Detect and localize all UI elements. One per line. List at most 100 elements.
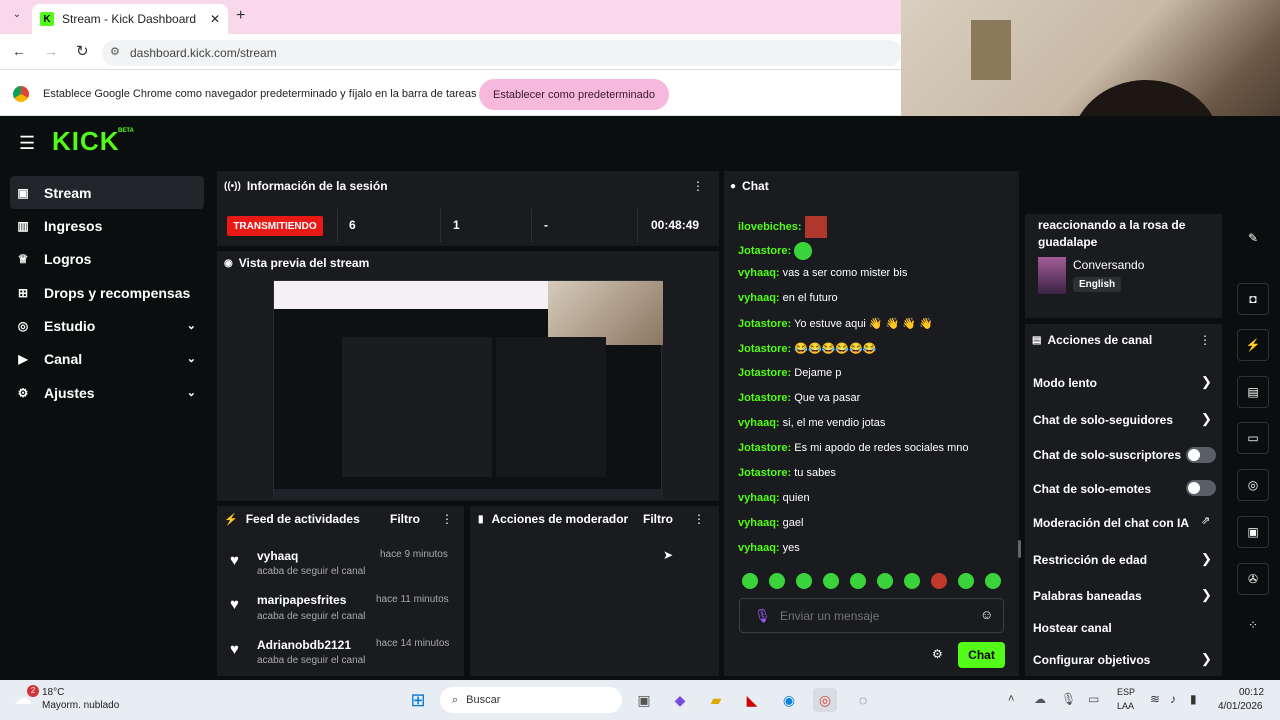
forward-icon[interactable]: → bbox=[44, 43, 58, 59]
chat-username[interactable]: vyhaaq: bbox=[738, 492, 780, 504]
nav-drops[interactable]: ⊞ Drops y recompensas bbox=[10, 276, 204, 309]
back-icon[interactable]: ← bbox=[12, 43, 26, 59]
emoji-icon[interactable]: ☺ bbox=[980, 607, 993, 622]
age-restriction-action[interactable]: Restricción de edad bbox=[1033, 553, 1147, 567]
document-icon[interactable]: ▤ bbox=[1237, 376, 1269, 408]
weather-desc[interactable]: Mayorm. nublado bbox=[42, 700, 119, 711]
nav-canal[interactable]: ▶ Canal ⌄ bbox=[10, 342, 204, 375]
broadcast-icon[interactable]: ◎ bbox=[1237, 469, 1269, 501]
battery-icon[interactable]: ▮ bbox=[1190, 692, 1197, 706]
chevron-right-icon[interactable]: ❯ bbox=[1201, 374, 1212, 390]
new-tab-button[interactable]: + bbox=[236, 7, 245, 25]
volume-icon[interactable]: ♪ bbox=[1170, 692, 1176, 706]
hamburger-menu-icon[interactable]: ☰ bbox=[19, 133, 35, 154]
edit-icon[interactable]: ✎ bbox=[1237, 222, 1269, 254]
activity-menu-icon[interactable]: ⋮ bbox=[441, 512, 453, 526]
weather-temp[interactable]: 18°C bbox=[42, 687, 64, 698]
tab-list-chevron-icon[interactable]: ⌄ bbox=[8, 9, 26, 27]
activity-user[interactable]: vyhaaq bbox=[257, 549, 298, 563]
host-channel-action[interactable]: Hostear canal bbox=[1033, 621, 1112, 635]
send-chat-button[interactable]: Chat bbox=[958, 642, 1005, 668]
nav-logros[interactable]: ♕ Logros bbox=[10, 242, 204, 275]
nav-stream[interactable]: ▣ Stream bbox=[10, 176, 204, 209]
session-menu-icon[interactable]: ⋮ bbox=[692, 179, 704, 193]
chat-username[interactable]: Jotastore: bbox=[738, 343, 791, 355]
obs-icon[interactable]: ◌ bbox=[851, 688, 875, 712]
edge-icon[interactable]: ◉ bbox=[777, 688, 801, 712]
chat-input-box[interactable]: 🎙 ☺ bbox=[739, 598, 1004, 633]
activity-user[interactable]: Adrianobdb2121 bbox=[257, 638, 351, 652]
url-field[interactable]: ⚙ dashboard.kick.com/stream bbox=[102, 40, 902, 66]
moderator-filter-button[interactable]: Filtro bbox=[643, 512, 673, 526]
emote-icon[interactable] bbox=[769, 573, 785, 589]
chat-username[interactable]: Jotastore: bbox=[738, 467, 791, 479]
site-info-icon[interactable]: ⚙ bbox=[110, 45, 120, 58]
chat-settings-icon[interactable]: ⚙ bbox=[932, 647, 943, 661]
keyboard-layout[interactable]: LAA bbox=[1117, 701, 1134, 711]
clock-date[interactable]: 4/01/2026 bbox=[1218, 701, 1263, 712]
ai-moderation-action[interactable]: Moderación del chat con IA bbox=[1033, 516, 1189, 530]
wrench-icon[interactable]: ✇ bbox=[1237, 563, 1269, 595]
chat-scrollbar[interactable] bbox=[1018, 540, 1021, 558]
clock-time[interactable]: 00:12 bbox=[1239, 687, 1264, 698]
emote-icon[interactable] bbox=[877, 573, 893, 589]
emote-icon[interactable] bbox=[742, 573, 758, 589]
activity-user[interactable]: maripapesfrites bbox=[257, 593, 346, 607]
stream-preview-thumbnail[interactable] bbox=[273, 280, 663, 499]
chat-username[interactable]: Jotastore: bbox=[738, 367, 791, 379]
banned-words-action[interactable]: Palabras baneadas bbox=[1033, 589, 1142, 603]
chat-username[interactable]: Jotastore: bbox=[738, 245, 791, 257]
close-tab-icon[interactable]: ✕ bbox=[210, 12, 220, 26]
chevron-right-icon[interactable]: ❯ bbox=[1201, 651, 1212, 667]
file-explorer-icon[interactable]: ▰ bbox=[704, 688, 728, 712]
camera-icon[interactable]: ◘ bbox=[1237, 283, 1269, 315]
chat-input[interactable] bbox=[780, 605, 970, 627]
emote-only-toggle[interactable] bbox=[1186, 480, 1216, 496]
onedrive-icon[interactable]: ☁ bbox=[1034, 692, 1046, 706]
chevron-right-icon[interactable]: ❯ bbox=[1201, 411, 1212, 427]
emote-icon[interactable] bbox=[904, 573, 920, 589]
slow-mode-action[interactable]: Modo lento bbox=[1033, 376, 1097, 390]
apps-icon[interactable]: ⁘ bbox=[1237, 609, 1269, 641]
mic-icon[interactable]: 🎙 bbox=[754, 608, 771, 624]
activity-filter-button[interactable]: Filtro bbox=[390, 512, 420, 526]
nav-ingresos[interactable]: ▥ Ingresos bbox=[10, 209, 204, 242]
chat-username[interactable]: Jotastore: bbox=[738, 442, 791, 454]
chat-username[interactable]: Jotastore: bbox=[738, 392, 791, 404]
chat-username[interactable]: Jotastore: bbox=[738, 318, 791, 330]
emote-icon[interactable] bbox=[931, 573, 947, 589]
chat-username[interactable]: vyhaaq: bbox=[738, 417, 780, 429]
network-adapter-icon[interactable]: ▭ bbox=[1088, 692, 1099, 706]
reload-icon[interactable]: ↻ bbox=[76, 42, 89, 60]
tray-chevron-icon[interactable]: ˄ bbox=[1008, 693, 1014, 705]
chevron-right-icon[interactable]: ❯ bbox=[1201, 587, 1212, 603]
windows-start-icon[interactable]: ⊞ bbox=[406, 688, 430, 712]
emote-icon[interactable] bbox=[823, 573, 839, 589]
chevron-right-icon[interactable]: ❯ bbox=[1201, 551, 1212, 567]
wifi-icon[interactable]: ≋ bbox=[1150, 692, 1160, 706]
emote-icon[interactable] bbox=[796, 573, 812, 589]
kick-logo[interactable]: KICK bbox=[52, 126, 120, 157]
chat-username[interactable]: vyhaaq: bbox=[738, 517, 780, 529]
category-thumbnail[interactable] bbox=[1038, 257, 1066, 294]
moderator-icon[interactable]: ▣ bbox=[1237, 516, 1269, 548]
channel-actions-menu-icon[interactable]: ⋮ bbox=[1199, 333, 1211, 347]
followers-only-action[interactable]: Chat de solo-seguidores bbox=[1033, 413, 1173, 427]
mcafee-icon[interactable]: ◣ bbox=[740, 688, 764, 712]
task-view-icon[interactable]: ▣ bbox=[632, 688, 656, 712]
chat-username[interactable]: vyhaaq: bbox=[738, 292, 780, 304]
chat-username[interactable]: vyhaaq: bbox=[738, 542, 780, 554]
moderator-menu-icon[interactable]: ⋮ bbox=[693, 512, 705, 526]
set-default-button[interactable]: Establecer como predeterminado bbox=[479, 79, 669, 110]
stream-category[interactable]: Conversando bbox=[1073, 258, 1144, 272]
external-link-icon[interactable]: ⇗ bbox=[1201, 514, 1210, 527]
lightning-icon[interactable]: ⚡ bbox=[1237, 329, 1269, 361]
nav-ajustes[interactable]: ⚙ Ajustes ⌄ bbox=[10, 376, 204, 409]
emote-icon[interactable] bbox=[958, 573, 974, 589]
browser-tab[interactable]: K Stream - Kick Dashboard ✕ bbox=[32, 4, 228, 34]
taskbar-search[interactable]: ⌕ Buscar bbox=[440, 687, 622, 713]
chrome-taskbar-icon[interactable]: ◎ bbox=[813, 688, 837, 712]
chat-username[interactable]: vyhaaq: bbox=[738, 267, 780, 279]
emote-icon[interactable] bbox=[985, 573, 1001, 589]
microphone-icon[interactable]: 🎙 bbox=[1061, 692, 1076, 706]
